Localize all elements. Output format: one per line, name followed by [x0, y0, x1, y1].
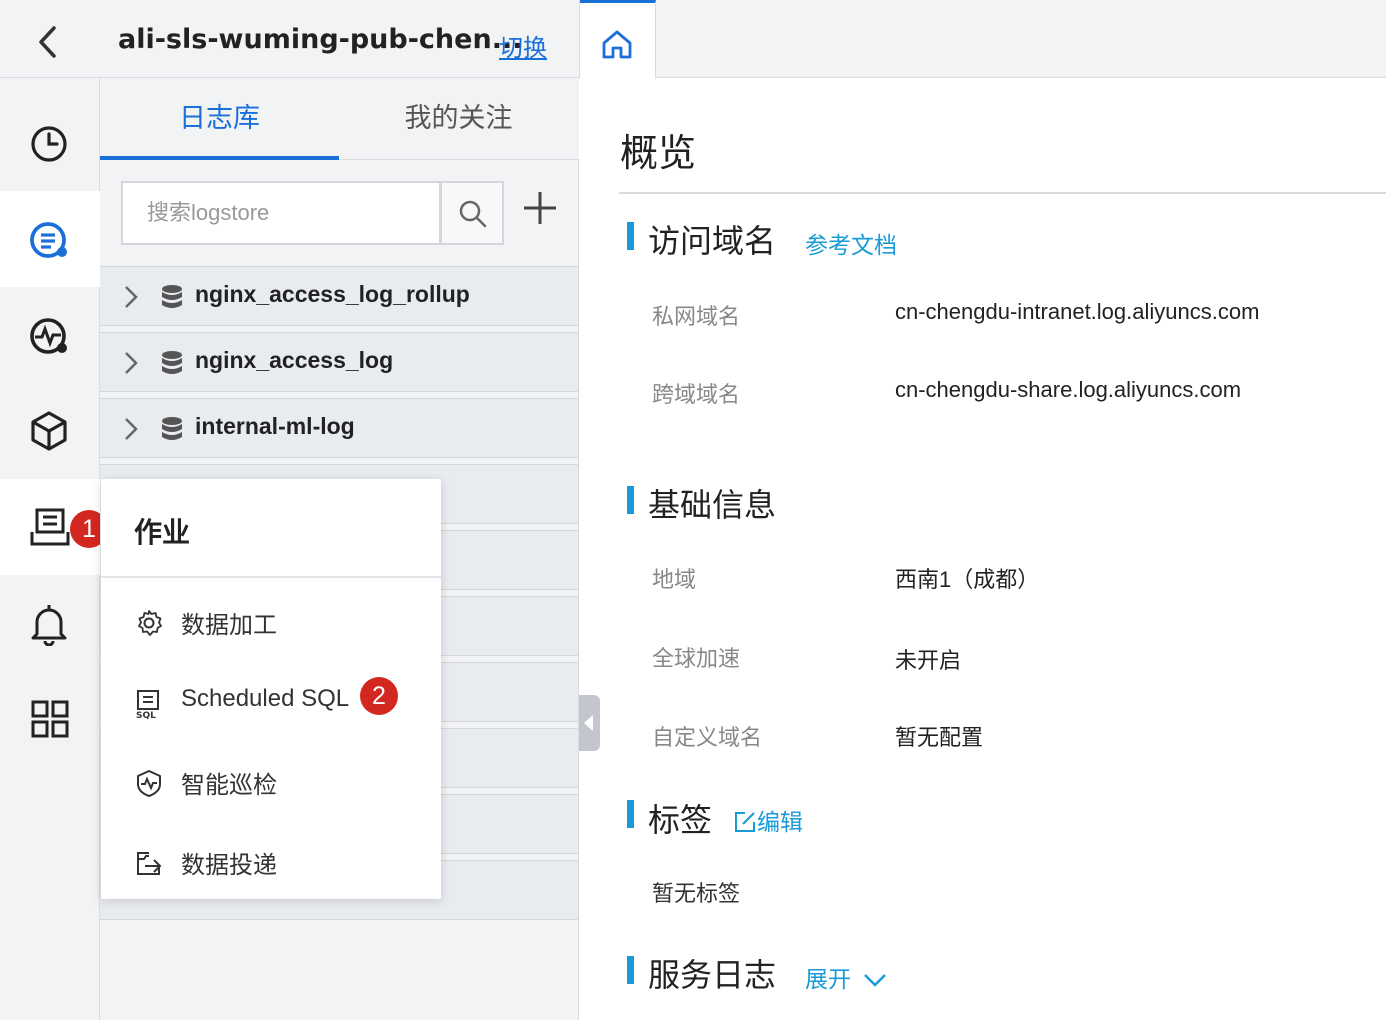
job-icon — [30, 508, 70, 546]
field-label: 地域 — [652, 568, 697, 593]
field-label: 自定义域名 — [652, 726, 763, 751]
grid-icon — [31, 700, 69, 738]
chevron-right-icon — [125, 352, 138, 374]
section-marker — [627, 486, 634, 514]
switch-project-link[interactable]: 切换 — [499, 28, 547, 63]
field-value: 西南1（成都） — [895, 567, 1040, 592]
field-label: 私网域名 — [652, 305, 741, 330]
section-title-basic-info: 基础信息 — [648, 486, 777, 524]
clock-icon — [31, 126, 67, 162]
search-logstore-input[interactable]: 搜索logstore — [121, 181, 441, 245]
icon-rail: 1 — [0, 78, 108, 1020]
menu-item-label: 数据加工 — [181, 611, 277, 639]
svg-text:SQL: SQL — [136, 711, 156, 719]
add-logstore-button[interactable] — [520, 188, 568, 236]
chevron-right-icon — [125, 418, 138, 440]
monitor-icon — [30, 318, 67, 354]
section-title-service-log: 服务日志 — [648, 956, 777, 994]
edit-label: 编辑 — [757, 810, 803, 836]
field-value: cn-chengdu-intranet.log.aliyuncs.com — [895, 299, 1260, 324]
title-divider — [619, 192, 1386, 194]
expand-label: 展开 — [805, 967, 851, 993]
field-label: 全球加速 — [652, 647, 741, 672]
log-search-icon — [30, 222, 67, 258]
gear-icon — [138, 610, 162, 636]
section-title-tags: 标签 — [648, 801, 713, 839]
sql-icon: SQL — [136, 690, 159, 719]
search-icon — [459, 200, 487, 228]
database-icon — [162, 351, 182, 374]
rail-item-log[interactable] — [0, 191, 100, 287]
export-icon — [137, 852, 162, 875]
popup-title: 作业 — [134, 516, 191, 549]
search-button[interactable] — [440, 181, 504, 245]
expand-service-log-link[interactable]: 展开 — [805, 960, 888, 994]
logstore-name: nginx_access_log_rollup — [195, 281, 470, 307]
logstore-row[interactable]: nginx_access_log_rollup — [100, 266, 578, 326]
project-name: ali-sls-wuming-pub-chen... — [118, 24, 523, 55]
rail-item-apps[interactable] — [0, 671, 100, 767]
chevron-down-icon — [864, 974, 887, 987]
menu-item-label: 智能巡检 — [181, 771, 277, 799]
panel-tabs: 日志库 我的关注 — [100, 78, 579, 160]
rail-item-resources[interactable] — [0, 383, 100, 479]
menu-item-smart-inspection[interactable]: 智能巡检 — [101, 743, 441, 815]
no-tags-text: 暂无标签 — [652, 882, 741, 907]
home-tab[interactable] — [580, 0, 656, 79]
field-value: cn-chengdu-share.log.aliyuncs.com — [895, 377, 1242, 402]
edit-tags-link[interactable]: 编辑 — [733, 803, 803, 837]
menu-item-data-shipping[interactable]: 数据投递 — [101, 823, 441, 895]
edit-icon — [735, 812, 755, 832]
project-header: ali-sls-wuming-pub-chen... 切换 — [0, 0, 579, 78]
menu-item-data-transform[interactable]: 数据加工 — [101, 583, 441, 655]
tab-bar — [579, 0, 1386, 79]
section-marker — [627, 956, 634, 984]
jobs-popup-menu: 作业 数据加工 SQL Scheduled SQL 2 智能巡检 数据投递 — [101, 479, 441, 899]
shield-pulse-icon — [137, 770, 161, 797]
logstore-row[interactable]: nginx_access_log — [100, 332, 578, 392]
rail-item-history[interactable] — [0, 95, 100, 191]
chevron-left-icon — [39, 26, 56, 58]
logstore-name: internal-ml-log — [195, 413, 355, 439]
bell-icon — [31, 605, 67, 646]
page-title: 概览 — [620, 131, 697, 175]
home-icon — [602, 30, 632, 59]
popup-divider — [101, 576, 441, 578]
logstore-name: nginx_access_log — [195, 347, 394, 373]
section-title-access-domain: 访问域名 — [648, 222, 777, 260]
reference-docs-link[interactable]: 参考文档 — [805, 226, 897, 260]
field-label: 跨域域名 — [652, 383, 741, 408]
plus-icon — [524, 192, 556, 224]
tab-favorites[interactable]: 我的关注 — [339, 78, 578, 160]
chevron-right-icon — [125, 286, 138, 308]
section-marker — [627, 222, 634, 250]
step-badge-2: 2 — [360, 677, 398, 715]
section-marker — [627, 800, 634, 828]
box-icon — [31, 411, 67, 451]
back-button[interactable] — [28, 22, 68, 62]
database-icon — [162, 285, 182, 308]
database-icon — [162, 417, 182, 440]
menu-item-label: Scheduled SQL — [181, 685, 350, 712]
tab-logstore[interactable]: 日志库 — [100, 78, 339, 160]
menu-item-label: 数据投递 — [181, 851, 277, 879]
logstore-row[interactable]: internal-ml-log — [100, 398, 578, 458]
field-value: 暂无配置 — [895, 725, 984, 750]
collapse-panel-handle[interactable] — [579, 695, 600, 751]
field-value: 未开启 — [895, 648, 962, 673]
rail-item-alerts[interactable] — [0, 575, 100, 671]
rail-item-monitor[interactable] — [0, 287, 100, 383]
